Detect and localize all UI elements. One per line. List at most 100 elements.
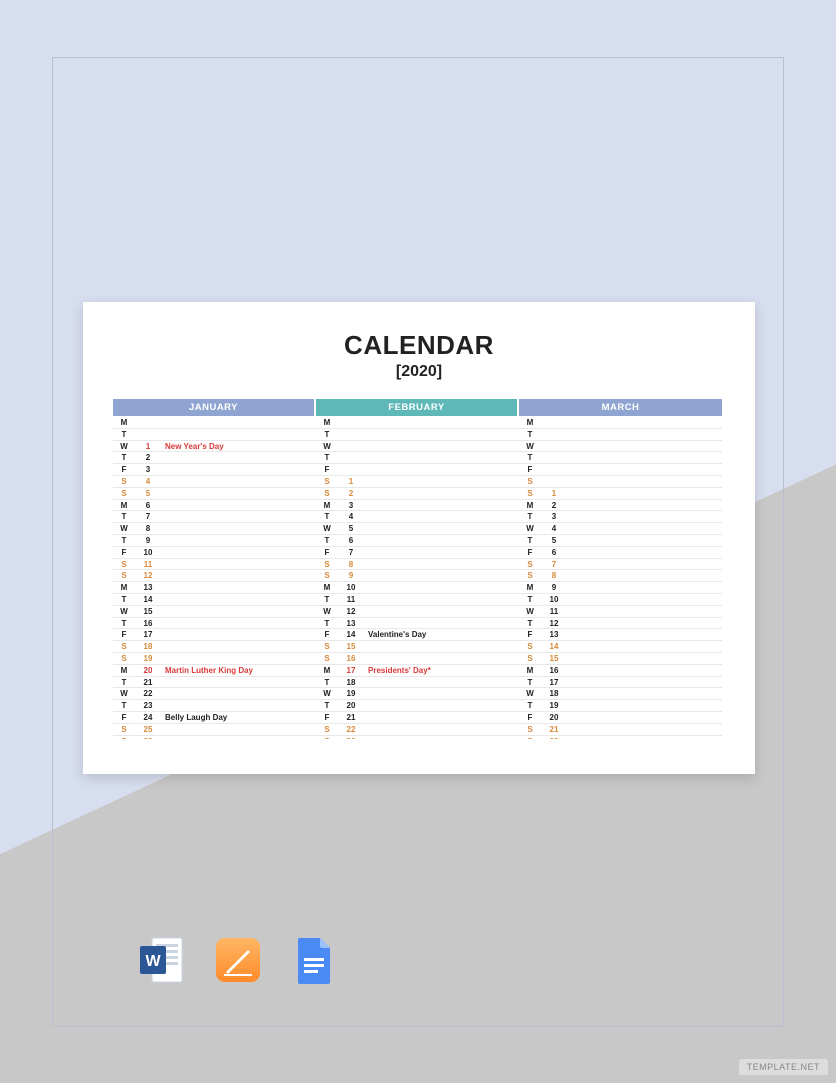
event-label <box>364 688 519 699</box>
event-label <box>567 500 722 511</box>
day-letter: F <box>519 629 541 640</box>
day-number: 6 <box>541 547 567 558</box>
day-letter: W <box>519 688 541 699</box>
calendar-row: T16 <box>113 618 316 630</box>
day-letter: W <box>519 441 541 452</box>
day-letter: W <box>113 606 135 617</box>
calendar-row: M <box>316 417 519 429</box>
event-label <box>161 688 316 699</box>
day-letter: S <box>113 559 135 570</box>
event-label: Belly Laugh Day <box>161 712 316 723</box>
month-header: MARCH <box>519 399 722 416</box>
ms-word-icon[interactable]: W <box>138 934 186 986</box>
day-number: 22 <box>135 688 161 699</box>
day-letter: T <box>113 429 135 440</box>
month-column: JANUARYMTW1New Year's DayT2F3S4S5M6T7W8T… <box>113 399 316 739</box>
calendar-row: S5 <box>113 488 316 500</box>
day-letter: T <box>113 452 135 463</box>
day-letter: M <box>519 417 541 428</box>
calendar-row: S15 <box>316 641 519 653</box>
day-letter: T <box>113 535 135 546</box>
day-letter: M <box>316 665 338 676</box>
day-number: 4 <box>135 476 161 487</box>
calendar-row: S1 <box>316 476 519 488</box>
day-letter: T <box>316 511 338 522</box>
day-number: 13 <box>135 582 161 593</box>
day-letter: S <box>316 559 338 570</box>
calendar-row: S8 <box>316 559 519 571</box>
event-label <box>161 523 316 534</box>
event-label: Valentine's Day <box>364 629 519 640</box>
day-letter: T <box>316 594 338 605</box>
day-number: 14 <box>541 641 567 652</box>
template-preview: CALENDAR [2020] JANUARYMTW1New Year's Da… <box>83 302 755 774</box>
svg-text:W: W <box>145 953 161 970</box>
day-letter: W <box>113 523 135 534</box>
day-letter: S <box>113 476 135 487</box>
day-letter: F <box>316 464 338 475</box>
event-label: New Year's Day <box>161 441 316 452</box>
day-number <box>541 429 567 440</box>
event-label <box>364 700 519 711</box>
day-number: 11 <box>135 559 161 570</box>
event-label <box>364 441 519 452</box>
calendar-row: W19 <box>316 688 519 700</box>
day-letter: S <box>113 736 135 739</box>
event-label <box>364 488 519 499</box>
event-label <box>364 712 519 723</box>
calendar-row: F17 <box>113 629 316 641</box>
calendar-row: W <box>519 441 722 453</box>
day-letter: M <box>316 417 338 428</box>
calendar-row: S22 <box>316 724 519 736</box>
day-letter: F <box>113 464 135 475</box>
day-number: 26 <box>135 736 161 739</box>
calendar-row: F10 <box>113 547 316 559</box>
calendar-row: T13 <box>316 618 519 630</box>
event-label <box>567 464 722 475</box>
day-number: 6 <box>338 535 364 546</box>
event-label <box>567 688 722 699</box>
day-letter: S <box>113 653 135 664</box>
event-label <box>567 629 722 640</box>
day-number: 7 <box>541 559 567 570</box>
calendar-row: M2 <box>519 500 722 512</box>
format-icons: W <box>138 934 338 986</box>
calendar-row: M13 <box>113 582 316 594</box>
calendar-row: W5 <box>316 523 519 535</box>
day-letter: M <box>519 665 541 676</box>
event-label <box>364 511 519 522</box>
calendar: JANUARYMTW1New Year's DayT2F3S4S5M6T7W8T… <box>113 399 728 739</box>
apple-pages-icon[interactable] <box>214 934 262 986</box>
day-number: 17 <box>338 665 364 676</box>
day-letter: F <box>113 712 135 723</box>
day-number: 1 <box>338 476 364 487</box>
day-letter: M <box>113 417 135 428</box>
day-number: 11 <box>541 606 567 617</box>
day-number: 5 <box>541 535 567 546</box>
event-label <box>161 677 316 688</box>
calendar-wrap: JANUARYMTW1New Year's DayT2F3S4S5M6T7W8T… <box>113 399 728 739</box>
day-number: 19 <box>135 653 161 664</box>
event-label <box>567 712 722 723</box>
day-number: 15 <box>135 606 161 617</box>
day-letter: M <box>519 582 541 593</box>
calendar-row: S19 <box>113 653 316 665</box>
calendar-row: M9 <box>519 582 722 594</box>
event-label <box>364 476 519 487</box>
day-letter: S <box>113 641 135 652</box>
day-letter: F <box>519 464 541 475</box>
event-label <box>567 452 722 463</box>
day-letter: S <box>113 488 135 499</box>
month-column: FEBRUARYMTWTFS1S2M3T4W5T6F7S8S9M10T11W12… <box>316 399 519 739</box>
day-number: 23 <box>338 736 364 739</box>
day-number <box>338 452 364 463</box>
day-letter: F <box>113 629 135 640</box>
day-letter: S <box>113 724 135 735</box>
day-letter: F <box>519 547 541 558</box>
calendar-row: S16 <box>316 653 519 665</box>
event-label <box>567 511 722 522</box>
event-label <box>567 476 722 487</box>
day-letter: T <box>316 677 338 688</box>
google-docs-icon[interactable] <box>290 934 338 986</box>
event-label <box>161 606 316 617</box>
